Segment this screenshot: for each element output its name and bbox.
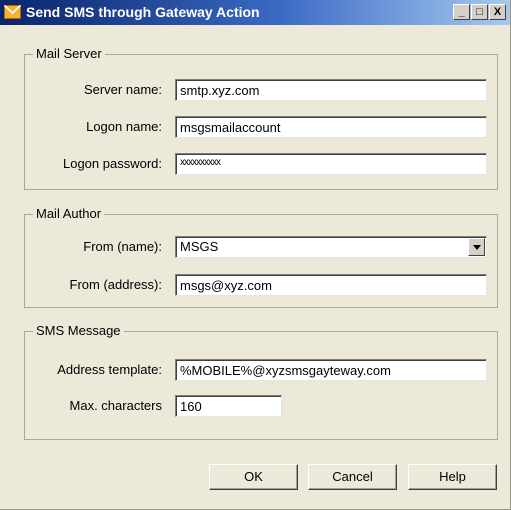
logon-password-label: Logon password: [62,156,162,171]
mail-server-legend: Mail Server [33,46,105,61]
title-bar[interactable]: Send SMS through Gateway Action _ □ X [0,0,510,25]
dialog-window: Send SMS through Gateway Action _ □ X Ma… [0,0,511,510]
mail-author-group: Mail Author From (name): MSGS From (addr… [24,206,498,308]
chevron-down-icon[interactable] [468,238,485,256]
mail-server-group: Mail Server Server name: Logon name: Log… [24,46,498,190]
cancel-button[interactable]: Cancel [308,464,397,490]
server-name-label: Server name: [83,82,162,97]
mail-author-legend: Mail Author [33,206,105,221]
ok-button[interactable]: OK [209,464,298,490]
window-title: Send SMS through Gateway Action [26,4,260,20]
logon-password-input[interactable]: xxxxxxxxxx [175,153,487,175]
sms-message-legend: SMS Message [33,323,124,338]
envelope-icon [4,5,21,19]
address-template-label: Address template: [57,362,162,377]
max-characters-input[interactable] [175,395,282,417]
maximize-button[interactable]: □ [471,4,488,20]
from-address-label: From (address): [69,277,162,292]
max-characters-label: Max. characters [69,398,162,413]
from-address-input[interactable] [175,274,487,296]
from-name-selected-value: MSGS [180,239,219,254]
from-name-label: From (name): [83,239,162,254]
minimize-button[interactable]: _ [453,4,470,20]
logon-name-label: Logon name: [86,119,162,134]
from-name-select[interactable]: MSGS [175,236,487,258]
sms-message-group: SMS Message Address template: Max. chara… [24,323,498,440]
address-template-input[interactable] [175,359,487,381]
server-name-input[interactable] [175,79,487,101]
logon-name-input[interactable] [175,116,487,138]
close-button[interactable]: X [489,4,506,20]
help-button[interactable]: Help [408,464,497,490]
